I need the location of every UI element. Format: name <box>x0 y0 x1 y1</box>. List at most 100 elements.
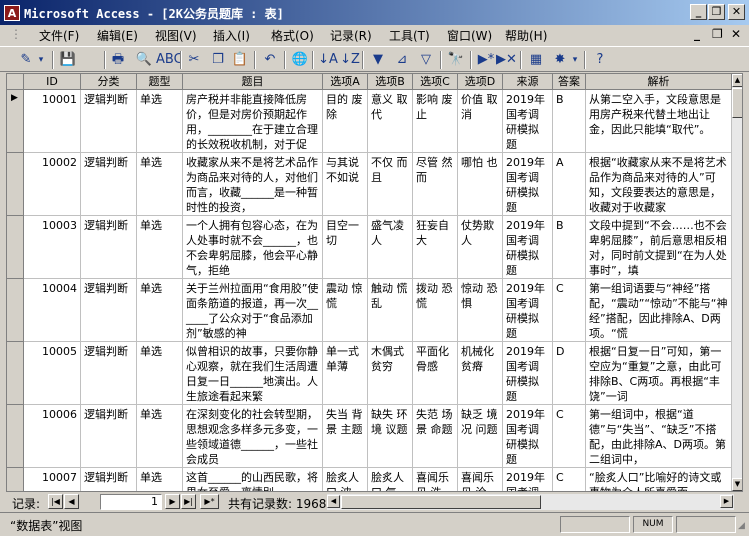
cut-icon[interactable]: ✂ <box>184 50 204 70</box>
cell-type[interactable]: 单选 <box>137 216 183 279</box>
header-col-question[interactable]: 题目 <box>183 74 323 90</box>
cell-option-c[interactable]: 拨动 恐慌 <box>413 279 458 342</box>
cell-category[interactable]: 逻辑判断 <box>81 279 137 342</box>
cell-explanation[interactable]: 第一组词语要与“神经”搭配，“震动”“惊动”不能与“神经”搭配，因此排除A、D两… <box>586 279 732 342</box>
header-col-answer[interactable]: 答案 <box>553 74 586 90</box>
cell-option-c[interactable]: 影响 废止 <box>413 90 458 153</box>
new-record-button[interactable]: ▶* <box>200 494 219 509</box>
cell-type[interactable]: 单选 <box>137 405 183 468</box>
table-row[interactable]: ▶ 10001 逻辑判断 单选 房产税并非能直接降低房价，但是对房价预期起作用，____… <box>7 90 732 153</box>
spelling-icon[interactable]: ABC <box>156 50 183 70</box>
header-col-option-b[interactable]: 选项B <box>368 74 413 90</box>
table-row[interactable]: 10007逻辑判断单选这首______的山西民歌，将男女至爱、离情别脍炙人口 波… <box>7 468 732 491</box>
cell-option-a[interactable]: 目的 废除 <box>323 90 368 153</box>
cell-option-b[interactable]: 缺失 环境 议题 <box>368 405 413 468</box>
menu-view[interactable]: 视图(V) <box>155 27 197 44</box>
cell-type[interactable]: 单选 <box>137 90 183 153</box>
menu-tools[interactable]: 工具(T) <box>389 27 430 44</box>
cell-type[interactable]: 单选 <box>137 279 183 342</box>
mdi-close-button[interactable]: ✕ <box>731 27 741 41</box>
dropdown-arrow-icon[interactable]: ▾ <box>36 50 46 70</box>
header-col-option-d[interactable]: 选项D <box>458 74 503 90</box>
cell-question[interactable]: 房产税并非能直接降低房价，但是对房价预期起作用，________在于建立合理的长… <box>183 90 323 153</box>
cell-explanation[interactable]: 文段中提到“不会……也不会卑躬屈膝”，前后意思相反相对，同时前文提到“在为人处事… <box>586 216 732 279</box>
cell-option-a[interactable]: 与其说 不如说 <box>323 153 368 216</box>
cell-explanation[interactable]: 根据“日复一日”可知，第一空应为“重复”之意，由此可排除B、C两项。再根据“丰饶… <box>586 342 732 405</box>
scroll-down-icon[interactable]: ▼ <box>732 478 742 491</box>
table-row[interactable]: 10002 逻辑判断 单选 收藏家从来不是将艺术品作为商品来对待的人，对他们而言，收藏… <box>7 153 732 216</box>
row-selector[interactable] <box>7 342 24 405</box>
row-selector[interactable] <box>7 153 24 216</box>
cell-answer[interactable]: C <box>553 468 586 491</box>
cell-option-d[interactable]: 机械化 贫瘠 <box>458 342 503 405</box>
cell-question[interactable]: 关于兰州拉面用“食用胶”使面条筋道的报道，再一次______了公众对于“食品添加… <box>183 279 323 342</box>
cell-id[interactable]: 10006 <box>24 405 81 468</box>
cell-option-b[interactable]: 盛气凌人 <box>368 216 413 279</box>
filter-by-form-icon[interactable]: ⊿ <box>392 50 412 70</box>
scroll-left-icon[interactable]: ◀ <box>327 495 340 508</box>
menu-file[interactable]: 文件(F) <box>39 27 79 44</box>
cell-category[interactable]: 逻辑判断 <box>81 216 137 279</box>
cell-option-d[interactable]: 哪怕 也 <box>458 153 503 216</box>
header-col-option-c[interactable]: 选项C <box>413 74 458 90</box>
table-row[interactable]: 10003 逻辑判断 单选 一个人拥有包容心态，在为人处事时就不会______，也不会… <box>7 216 732 279</box>
prev-record-button[interactable]: ◀ <box>64 494 79 509</box>
cell-option-a[interactable]: 脍炙人口 波 <box>323 468 368 491</box>
cell-option-d[interactable]: 喜闻乐见 沧 <box>458 468 503 491</box>
new-record-icon[interactable]: ▶* <box>476 50 496 70</box>
row-selector[interactable]: ▶ <box>7 90 24 153</box>
cell-question[interactable]: 似曾相识的故事，只要你静心观察，就在我们生活周遭日复一日______地演出。人生… <box>183 342 323 405</box>
vertical-scroll-thumb[interactable] <box>732 88 742 118</box>
cell-id[interactable]: 10004 <box>24 279 81 342</box>
header-col-type[interactable]: 题型 <box>137 74 183 90</box>
cell-id[interactable]: 10002 <box>24 153 81 216</box>
menu-help[interactable]: 帮助(H) <box>505 27 547 44</box>
minimize-button[interactable]: _ <box>690 4 707 20</box>
cell-category[interactable]: 逻辑判断 <box>81 153 137 216</box>
mdi-minimize-button[interactable]: _ <box>694 27 700 41</box>
cell-option-a[interactable]: 震动 惊慌 <box>323 279 368 342</box>
new-object-icon[interactable]: ✸ <box>550 50 570 70</box>
database-window-icon[interactable]: ▦ <box>526 50 546 70</box>
cell-explanation[interactable]: “脍炙人口”比喻好的诗文或事物为众人所喜爱而 <box>586 468 732 491</box>
cell-option-d[interactable]: 缺乏 境况 问题 <box>458 405 503 468</box>
design-view-icon[interactable]: ✎ <box>16 50 36 70</box>
cell-answer[interactable]: D <box>553 342 586 405</box>
cell-option-c[interactable]: 失范 场景 命题 <box>413 405 458 468</box>
copy-icon[interactable]: ❐ <box>208 50 228 70</box>
table-row[interactable]: 10004 逻辑判断 单选 关于兰州拉面用“食用胶”使面条筋道的报道，再一次_____… <box>7 279 732 342</box>
cell-source[interactable]: 2019年国考调研模拟题 <box>503 468 553 491</box>
find-icon[interactable]: 🔭 <box>446 50 466 70</box>
sort-descending-icon[interactable]: ↓Z <box>340 50 360 70</box>
menu-records[interactable]: 记录(R) <box>330 27 372 44</box>
sort-ascending-icon[interactable]: ↓A <box>318 50 338 70</box>
cell-question[interactable]: 一个人拥有包容心态，在为人处事时就不会______，也不会卑躬屈膝，他会平心静气… <box>183 216 323 279</box>
row-selector[interactable] <box>7 216 24 279</box>
paste-icon[interactable]: 📋 <box>230 50 250 70</box>
cell-question[interactable]: 这首______的山西民歌，将男女至爱、离情别 <box>183 468 323 491</box>
menu-window[interactable]: 窗口(W) <box>447 27 492 44</box>
undo-icon[interactable]: ↶ <box>260 50 280 70</box>
horizontal-scrollbar[interactable]: ◀ ▶ <box>327 494 734 510</box>
cell-option-c[interactable]: 狂妄自大 <box>413 216 458 279</box>
save-icon[interactable]: 💾 <box>58 50 78 70</box>
cell-category[interactable]: 逻辑判断 <box>81 342 137 405</box>
header-col-source[interactable]: 来源 <box>503 74 553 90</box>
apply-filter-icon[interactable]: ▽ <box>416 50 436 70</box>
horizontal-scroll-thumb[interactable] <box>341 495 541 509</box>
cell-answer[interactable]: C <box>553 279 586 342</box>
filter-by-selection-icon[interactable]: ▼ <box>368 50 388 70</box>
cell-option-b[interactable]: 脍炙人口 气 <box>368 468 413 491</box>
access-app-icon[interactable]: A <box>4 5 20 21</box>
cell-option-c[interactable]: 平面化 骨感 <box>413 342 458 405</box>
header-col-explanation[interactable]: 解析 <box>586 74 732 90</box>
header-col-option-a[interactable]: 选项A <box>323 74 368 90</box>
menu-edit[interactable]: 编辑(E) <box>97 27 138 44</box>
menu-format[interactable]: 格式(O) <box>271 27 314 44</box>
vertical-scrollbar[interactable]: ▲ ▼ <box>732 74 742 491</box>
cell-option-b[interactable]: 触动 慌乱 <box>368 279 413 342</box>
cell-option-b[interactable]: 木偶式 贫穷 <box>368 342 413 405</box>
cell-question[interactable]: 在深刻变化的社会转型期，思想观念多样多元多变，一些领域道德______，一些社会… <box>183 405 323 468</box>
cell-option-c[interactable]: 喜闻乐见 浩 <box>413 468 458 491</box>
cell-option-c[interactable]: 尽管 然而 <box>413 153 458 216</box>
